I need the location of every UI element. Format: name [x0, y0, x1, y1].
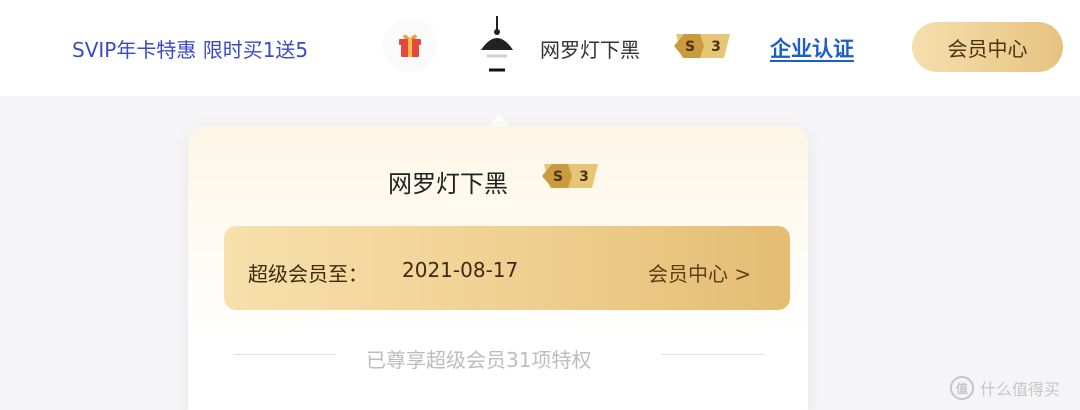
privilege-count-text: 已尊享超级会员31项特权: [366, 348, 592, 372]
enterprise-verification-link[interactable]: 企业认证: [770, 33, 854, 63]
gift-icon: [399, 34, 421, 57]
member-center-link[interactable]: 会员中心 >: [648, 258, 751, 287]
username-label[interactable]: 网罗灯下黑: [540, 34, 640, 63]
member-center-button[interactable]: 会员中心: [912, 22, 1063, 72]
svip-promo-link[interactable]: SVIP年卡特惠 限时买1送5: [72, 34, 308, 63]
dropdown-level-badge-number: 3: [579, 169, 589, 185]
user-avatar-lamp-icon[interactable]: [472, 16, 522, 76]
watermark-text: 什么值得买: [980, 380, 1061, 399]
top-nav-bar: SVIP年卡特惠 限时买1送5 网罗灯下黑 S 3 企业认证 会员中心: [0, 0, 1080, 96]
gift-button[interactable]: [383, 18, 437, 72]
level-badge: S 3: [672, 32, 734, 60]
vip-expiry-date: 2021-08-17: [402, 258, 519, 282]
level-badge-letter: S: [685, 39, 695, 55]
vip-status-card: 超级会员至： 2021-08-17 会员中心 >: [224, 226, 790, 310]
dropdown-level-badge: S 3: [540, 162, 602, 190]
divider-right: [662, 354, 764, 355]
dropdown-username: 网罗灯下黑: [388, 170, 508, 198]
divider-left: [234, 354, 336, 355]
watermark-logo-icon: 值: [950, 376, 974, 400]
watermark: 值 什么值得买: [950, 376, 1060, 400]
vip-expiry-label: 超级会员至：: [248, 262, 368, 286]
level-badge-number: 3: [711, 39, 721, 55]
dropdown-level-badge-letter: S: [553, 169, 563, 185]
